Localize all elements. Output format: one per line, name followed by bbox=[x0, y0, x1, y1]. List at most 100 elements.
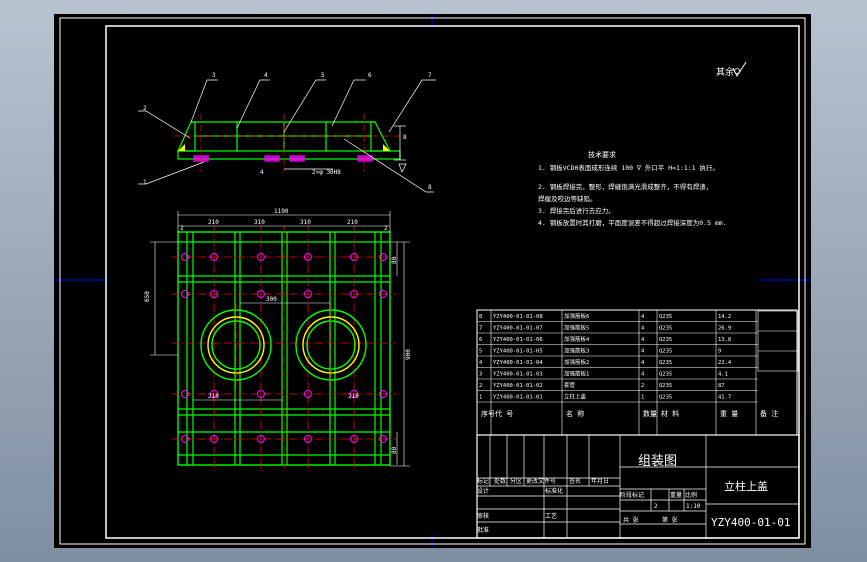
bom-cell-no: 8 bbox=[479, 314, 482, 320]
bom-cell-code: YZY400-01-01-03 bbox=[493, 372, 543, 378]
dim-seg1: 210 bbox=[208, 219, 219, 226]
plan-view: 1190 210 310 310 210 2 2 300 650 900 80 … bbox=[144, 208, 412, 471]
bom-cell-name: 加强筋板3 bbox=[564, 347, 589, 355]
tb-label-mark: 标记 bbox=[477, 477, 489, 485]
bom-cell-no: 2 bbox=[479, 383, 482, 389]
rib-left bbox=[177, 121, 196, 152]
bom-header-code: 代 号 bbox=[495, 409, 513, 418]
bom-cell-qty: 4 bbox=[641, 314, 645, 320]
dim-seg4: 210 bbox=[347, 219, 358, 226]
bom-cell-code: YZY400-01-01-02 bbox=[493, 383, 543, 389]
drawing-sheet[interactable]: 其余 技术要求 1. 钢板VCD0表面成形连续 100 ∇ 外口平 H=1:1:… bbox=[54, 14, 811, 548]
tb-label-stage: 阶段标记 bbox=[620, 491, 644, 499]
bom-cell-material: Q235 bbox=[659, 314, 672, 320]
bom-header-no: 序号 bbox=[481, 409, 495, 418]
bom-table: 8 YZY400-01-01-08 加强筋板6 4 Q235 14.2 7 YZY400-01… bbox=[476, 309, 798, 436]
tb-part-name: 立柱上盖 bbox=[724, 479, 768, 493]
bom-cell-material: Q235 bbox=[659, 395, 672, 401]
roughness-label: 其余 bbox=[716, 66, 734, 78]
bom-header-remark: 备 注 bbox=[760, 409, 778, 418]
weld-symbol-icon bbox=[398, 163, 407, 173]
bom-header-qty: 数量 bbox=[643, 409, 657, 418]
tech-line-5: 4. 钢板放置时其打磨，平面度误差不得超过焊接深度为0.5 mm. bbox=[538, 218, 727, 227]
tech-requirements: 技术要求 1. 钢板VCD0表面成形连续 100 ∇ 外口平 H=1:1:1 执… bbox=[538, 150, 727, 227]
tb-label-scale: 比例 bbox=[685, 491, 697, 499]
tb-label-date: 年月日 bbox=[591, 477, 609, 485]
bom-header-weight: 重 量 bbox=[720, 410, 738, 418]
dim-height: 8 bbox=[403, 134, 407, 141]
dim-seg3: 310 bbox=[300, 219, 311, 226]
bom-cell-name: 加强筋板4 bbox=[564, 335, 590, 343]
tech-line-3: 焊瘤及咬边等缺陷。 bbox=[538, 194, 597, 203]
tb-label-sign: 签名 bbox=[569, 477, 581, 485]
bom-cell-qty: 2 bbox=[641, 383, 644, 389]
dim-left-height: 650 bbox=[144, 291, 151, 302]
cad-viewport: 其余 技术要求 1. 钢板VCD0表面成形连续 100 ∇ 外口平 H=1:1:… bbox=[0, 0, 867, 562]
frame-center-marks bbox=[54, 14, 811, 548]
bom-cell-weight: 87 bbox=[718, 383, 725, 389]
tb-label-standard: 标准化 bbox=[545, 487, 563, 495]
bom-cell-no: 6 bbox=[479, 337, 482, 343]
bom-cell-code: YZY400-01-01-08 bbox=[493, 314, 543, 320]
bom-cell-qty: 4 bbox=[641, 349, 645, 355]
leader-5: 5 bbox=[321, 72, 325, 79]
bom-cell-qty: 4 bbox=[641, 372, 645, 378]
dim-seg2: 310 bbox=[254, 219, 265, 226]
bom-cell-material: Q235 bbox=[659, 337, 672, 343]
bom-header-name: 名 称 bbox=[566, 409, 584, 418]
tb-qty: 2 bbox=[654, 503, 658, 510]
section-view: 3 4 5 6 7 2 1 8 8 2×φ 30H8 4 bbox=[138, 72, 436, 193]
dim-bottom-seg2: 210 bbox=[348, 393, 359, 400]
bom-cell-name: 加强筋板5 bbox=[564, 324, 589, 332]
bom-cell-weight: 9 bbox=[718, 349, 721, 355]
bom-cell-weight: 26.9 bbox=[718, 326, 731, 332]
bom-cell-qty: 4 bbox=[641, 360, 645, 366]
tb-label-sheet: 第 张 bbox=[662, 516, 678, 524]
roughness-circle-icon bbox=[734, 68, 740, 74]
tb-label-weight: 重量 bbox=[670, 491, 682, 499]
roughness-note: 其余 bbox=[716, 61, 747, 78]
tech-line-4: 3. 焊接完后进行去应力。 bbox=[538, 206, 615, 215]
bom-cell-name: 加强筋板1 bbox=[564, 370, 589, 378]
tech-line-1: 1. 钢板VCD0表面成形连续 100 ∇ 外口平 H=1:1:1 执行。 bbox=[538, 163, 719, 172]
bom-cell-code: YZY400-01-01-06 bbox=[493, 337, 543, 343]
bom-cell-name: 立柱上盖 bbox=[564, 393, 587, 401]
leader-6: 6 bbox=[368, 72, 372, 79]
outer-frame bbox=[59, 17, 806, 545]
bom-cell-no: 1 bbox=[479, 395, 482, 401]
bom-cell-material: Q235 bbox=[659, 360, 672, 366]
bom-cell-no: 3 bbox=[479, 372, 482, 378]
leader-7: 7 bbox=[428, 72, 432, 79]
tb-label-design: 设计 bbox=[477, 487, 489, 495]
bom-cell-material: Q235 bbox=[659, 372, 672, 378]
dim-right-height: 900 bbox=[405, 349, 412, 360]
tb-label-sheets: 共 张 bbox=[623, 516, 639, 524]
tb-label-review: 审核 bbox=[477, 512, 489, 520]
dim-edge-left: 2 bbox=[180, 225, 184, 232]
tb-scale: 1:10 bbox=[686, 503, 701, 510]
tb-label-count: 处数 bbox=[494, 477, 506, 485]
leader-8: 8 bbox=[428, 184, 432, 191]
drawing-canvas: 其余 技术要求 1. 钢板VCD0表面成形连续 100 ∇ 外口平 H=1:1:… bbox=[54, 14, 811, 548]
tb-drawing-no: YZY400-01-01 bbox=[711, 516, 790, 529]
bom-cell-material: Q235 bbox=[659, 326, 672, 332]
bom-side-box bbox=[757, 310, 799, 372]
bom-cell-no: 5 bbox=[479, 349, 482, 355]
dim-edge-right: 2 bbox=[384, 225, 388, 232]
leader-1: 1 bbox=[143, 179, 147, 186]
dim-bottom-seg1: 210 bbox=[208, 393, 219, 400]
tb-label-zone: 分区 bbox=[510, 477, 522, 485]
dim-right-top: 80 bbox=[391, 256, 398, 264]
bom-cell-qty: 1 bbox=[641, 395, 644, 401]
bom-cell-name: 套管 bbox=[564, 381, 576, 389]
bom-cell-code: YZY400-01-01-01 bbox=[493, 395, 543, 401]
tb-label-approve: 批准 bbox=[477, 526, 489, 534]
bom-cell-material: Q235 bbox=[659, 383, 672, 389]
leader-3a: 3 bbox=[212, 72, 216, 79]
tech-line-2: 2. 钢板焊接完，整形，焊缝饱满光滑成整齐，不得有焊渣， bbox=[538, 182, 712, 191]
leader-2: 2 bbox=[143, 105, 147, 112]
dim-weld: 4 bbox=[260, 169, 264, 176]
bom-cell-qty: 4 bbox=[641, 326, 645, 332]
tb-drawing-type: 组装图 bbox=[638, 454, 677, 469]
bom-cell-weight: 22.4 bbox=[718, 360, 732, 366]
